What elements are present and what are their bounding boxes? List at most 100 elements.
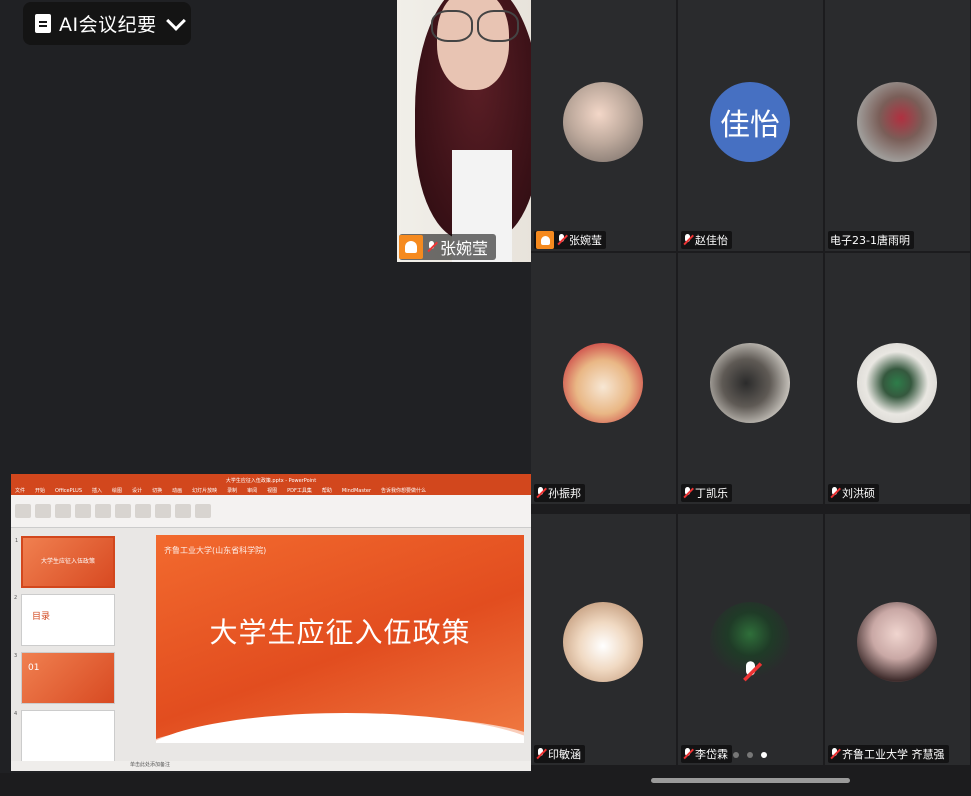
ai-summary-label: AI会议纪要 xyxy=(59,14,157,36)
ppt-tab[interactable]: OfficePLUS xyxy=(55,488,82,494)
ppt-tab[interactable]: 设计 xyxy=(132,487,142,494)
ai-summary-button[interactable]: AI会议纪要 xyxy=(23,2,191,45)
participant-tile[interactable]: 丁凯乐 xyxy=(678,253,823,504)
participant-name: 刘洪硕 xyxy=(842,487,875,500)
notes-placeholder: 单击此处添加备注 xyxy=(130,762,171,768)
avatar xyxy=(563,602,643,682)
thumb-3-title: 01 xyxy=(28,663,40,673)
participant-name-tag: 刘洪硕 xyxy=(828,484,879,502)
ribbon-tool-icon[interactable] xyxy=(15,504,31,518)
bottom-bar xyxy=(0,773,971,796)
ppt-tab[interactable]: 动画 xyxy=(172,487,182,494)
mic-muted-icon xyxy=(683,234,692,246)
participant-tile[interactable]: 刘洪硕 xyxy=(825,253,970,504)
participant-name: 丁凯乐 xyxy=(695,487,728,500)
participant-tile[interactable]: 张婉莹 xyxy=(531,0,676,251)
mic-muted-icon xyxy=(683,487,692,499)
current-slide[interactable]: 齐鲁工业大学(山东省科学院) 大学生应征入伍政策 xyxy=(156,535,524,743)
participant-name-tag: 印敏涵 xyxy=(534,745,585,763)
page-dot[interactable] xyxy=(747,752,753,758)
ribbon-tool-icon[interactable] xyxy=(95,504,111,518)
ppt-window-title: 大学生应征入伍政策.pptx - PowerPoint xyxy=(11,474,531,486)
ppt-tab[interactable]: PDF工具集 xyxy=(287,487,312,494)
slide-wave-decoration xyxy=(156,713,524,743)
participant-name: 张婉莹 xyxy=(569,234,602,247)
mic-muted-icon xyxy=(830,748,839,760)
ppt-tab[interactable]: MindMaster xyxy=(342,488,371,494)
participant-name-tag: 赵佳怡 xyxy=(681,231,732,249)
ribbon-tool-icon[interactable] xyxy=(115,504,131,518)
participant-tile[interactable]: 印敏涵 xyxy=(531,514,676,765)
participant-tile[interactable]: 电子23-1唐雨明 xyxy=(825,0,970,251)
ppt-tab[interactable]: 审阅 xyxy=(247,487,257,494)
participant-tile[interactable]: 齐鲁工业大学 齐慧强 xyxy=(825,514,970,765)
ribbon-tool-icon[interactable] xyxy=(35,504,51,518)
host-icon xyxy=(399,235,423,259)
mic-muted-icon xyxy=(536,748,545,760)
chevron-down-icon xyxy=(165,10,186,31)
speaker-name: 张婉莹 xyxy=(440,239,489,258)
participant-tile[interactable]: 孙振邦 xyxy=(531,253,676,504)
slide-logo: 齐鲁工业大学(山东省科学院) xyxy=(164,546,267,555)
participant-name-tag: 丁凯乐 xyxy=(681,484,732,502)
shared-screen-powerpoint[interactable]: 大学生应征入伍政策.pptx - PowerPoint 文件 开始 Office… xyxy=(11,474,531,771)
ribbon-tool-icon[interactable] xyxy=(175,504,191,518)
slide-title: 大学生应征入伍政策 xyxy=(209,616,471,649)
mic-muted-icon xyxy=(557,234,566,246)
mic-muted-icon xyxy=(427,241,436,253)
mic-muted-icon xyxy=(742,661,758,683)
ppt-tab[interactable]: 帮助 xyxy=(322,487,332,494)
participant-name: 孙振邦 xyxy=(548,487,581,500)
ppt-tab[interactable]: 幻灯片放映 xyxy=(192,487,217,494)
participant-name: 齐鲁工业大学 齐慧强 xyxy=(842,748,945,761)
avatar xyxy=(857,343,937,423)
ppt-tab[interactable]: 视图 xyxy=(267,487,277,494)
ppt-ribbon-toolbar xyxy=(11,495,531,528)
participant-tile[interactable]: 李岱霖 xyxy=(678,514,823,765)
host-icon xyxy=(536,231,554,249)
participant-tile[interactable]: 佳怡 赵佳怡 xyxy=(678,0,823,251)
ribbon-tool-icon[interactable] xyxy=(55,504,71,518)
ppt-notes-bar[interactable]: 单击此处添加备注 xyxy=(11,761,531,771)
ppt-tab[interactable]: 录制 xyxy=(227,487,237,494)
ribbon-tool-icon[interactable] xyxy=(135,504,151,518)
participant-name: 电子23-1唐雨明 xyxy=(830,234,910,247)
page-dot-active[interactable] xyxy=(761,752,767,758)
video-glasses xyxy=(431,10,521,42)
ribbon-tool-icon[interactable] xyxy=(195,504,211,518)
ppt-tab[interactable]: 开始 xyxy=(35,487,45,494)
ppt-tab[interactable]: 绘图 xyxy=(112,487,122,494)
main-stage: AI会议纪要 张婉莹 大学生应征入伍政策.pptx - PowerPoint 文… xyxy=(0,0,531,796)
participant-name: 赵佳怡 xyxy=(695,234,728,247)
page-indicator[interactable] xyxy=(733,752,767,758)
page-dot[interactable] xyxy=(733,752,739,758)
speaker-name-tag: 张婉莹 xyxy=(399,234,497,260)
slide-thumb-4[interactable]: 4 xyxy=(14,710,115,762)
ppt-tab[interactable]: 插入 xyxy=(92,487,102,494)
participant-name-tag: 齐鲁工业大学 齐慧强 xyxy=(828,745,949,763)
slide-thumb-1[interactable]: 1 大学生应征入伍政策 xyxy=(15,536,115,588)
participant-grid: 张婉莹 佳怡 赵佳怡 电子23-1唐雨明 孙振邦 丁凯乐 刘洪硕 印敏涵 李岱霖… xyxy=(531,0,971,773)
slide-thumb-3[interactable]: 3 01 xyxy=(14,652,115,704)
avatar xyxy=(563,343,643,423)
avatar xyxy=(710,343,790,423)
ppt-tab[interactable]: 切换 xyxy=(152,487,162,494)
ppt-tab[interactable]: 文件 xyxy=(15,487,25,494)
avatar: 佳怡 xyxy=(710,82,790,162)
mic-muted-icon xyxy=(830,487,839,499)
avatar xyxy=(563,82,643,162)
document-icon xyxy=(35,14,51,33)
participant-name-tag: 孙振邦 xyxy=(534,484,585,502)
participant-name-tag: 张婉莹 xyxy=(534,231,606,249)
ppt-ribbon-tabs: 文件 开始 OfficePLUS 插入 绘图 设计 切换 动画 幻灯片放映 录制… xyxy=(11,486,531,495)
participant-name: 印敏涵 xyxy=(548,748,581,761)
thumb-2-title: 目录 xyxy=(32,612,51,622)
slide-thumb-2[interactable]: 2 目录 xyxy=(14,594,115,646)
home-indicator[interactable] xyxy=(651,778,850,783)
ribbon-tool-icon[interactable] xyxy=(75,504,91,518)
mic-muted-icon xyxy=(683,748,692,760)
participant-name-tag: 电子23-1唐雨明 xyxy=(828,231,914,249)
ppt-tab[interactable]: 告诉我你想要做什么 xyxy=(381,487,426,494)
ribbon-tool-icon[interactable] xyxy=(155,504,171,518)
active-speaker-video[interactable]: 张婉莹 xyxy=(397,0,531,262)
